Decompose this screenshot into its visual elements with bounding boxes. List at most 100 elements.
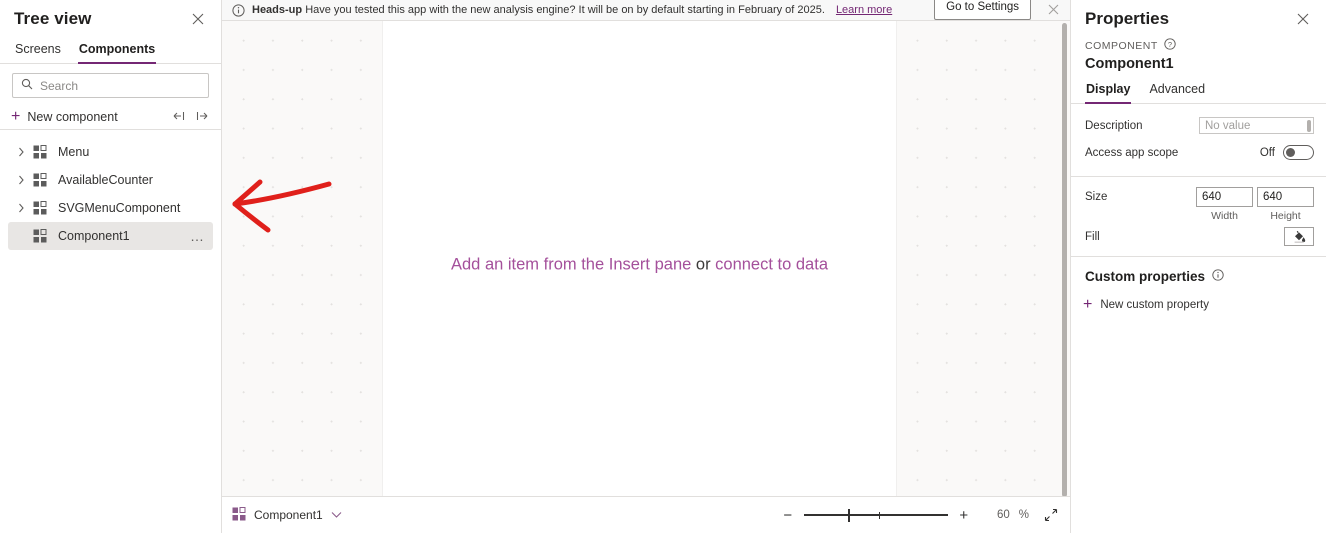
custom-properties-header: Custom properties: [1071, 257, 1326, 284]
tab-display[interactable]: Display: [1085, 80, 1132, 104]
new-component-button[interactable]: + New component: [11, 109, 118, 125]
tree-item-label: SVGMenuComponent: [58, 201, 181, 215]
chevron-right-icon[interactable]: [14, 175, 28, 185]
more-options-icon[interactable]: …: [190, 229, 205, 243]
canvas-empty-hint: Add an item from the Insert pane or conn…: [383, 256, 896, 275]
new-component-label: New component: [27, 110, 118, 124]
expand-all-icon[interactable]: [195, 110, 209, 125]
notification-close-icon[interactable]: [1038, 3, 1066, 18]
help-icon[interactable]: ?: [1164, 38, 1176, 53]
width-field: Width: [1196, 187, 1253, 222]
search-icon: [21, 78, 33, 93]
hint-separator: or: [691, 255, 716, 274]
canvas-status-bar: Component1 − + 60 %: [222, 496, 1070, 533]
notification-bar: Heads-up Have you tested this app with t…: [222, 0, 1070, 21]
access-app-scope-label: Access app scope: [1085, 146, 1179, 159]
tree-item-svgmenucomponent[interactable]: SVGMenuComponent: [8, 194, 213, 222]
properties-panel: Properties COMPONENT ? Component1 Displa…: [1070, 0, 1326, 533]
notification-body: Have you tested this app with the new an…: [305, 4, 825, 16]
chevron-down-icon[interactable]: [331, 508, 342, 522]
access-app-scope-toggle[interactable]: [1283, 145, 1314, 160]
component-canvas-surface[interactable]: Add an item from the Insert pane or conn…: [383, 21, 896, 496]
tab-screens[interactable]: Screens: [14, 40, 62, 63]
properties-component-name: Component1: [1085, 56, 1174, 72]
status-component-selector[interactable]: Component1: [232, 506, 342, 524]
go-to-settings-button[interactable]: Go to Settings: [934, 0, 1031, 20]
properties-spacer: [1071, 104, 1326, 112]
close-icon[interactable]: [187, 8, 209, 30]
properties-kicker-label: COMPONENT: [1085, 39, 1158, 52]
properties-kicker: COMPONENT ?: [1071, 32, 1326, 53]
properties-tabs: Display Advanced: [1071, 72, 1326, 104]
search-input[interactable]: [40, 78, 200, 93]
access-app-scope-row: Access app scope Off: [1071, 139, 1326, 166]
size-label: Size: [1085, 191, 1108, 203]
height-field: Height: [1257, 187, 1314, 222]
notification-message: Heads-up Have you tested this app with t…: [252, 4, 825, 16]
info-icon: [232, 3, 245, 17]
chevron-right-icon[interactable]: [14, 147, 28, 157]
height-input[interactable]: [1257, 187, 1314, 207]
search-box[interactable]: [12, 73, 209, 98]
height-sublabel: Height: [1270, 210, 1301, 222]
learn-more-link[interactable]: Learn more: [836, 4, 892, 16]
width-sublabel: Width: [1211, 210, 1238, 222]
zoom-slider-track: [803, 514, 948, 516]
properties-title: Properties: [1085, 9, 1170, 28]
paint-bucket-icon[interactable]: [1284, 227, 1314, 246]
tree-item-availablecounter[interactable]: AvailableCounter: [8, 166, 213, 194]
tab-components[interactable]: Components: [77, 40, 157, 64]
svg-text:?: ?: [1168, 40, 1172, 49]
zoom-in-button[interactable]: +: [957, 508, 971, 523]
design-canvas[interactable]: Add an item from the Insert pane or conn…: [222, 21, 1070, 496]
info-icon[interactable]: [1212, 269, 1224, 284]
access-app-scope-state: Off: [1259, 146, 1275, 159]
new-custom-property-label: New custom property: [1100, 299, 1209, 311]
fill-label: Fill: [1085, 230, 1100, 243]
component-icon: [30, 173, 50, 187]
search-container: [0, 64, 221, 102]
plus-icon: +: [1083, 296, 1093, 313]
custom-properties-title: Custom properties: [1085, 269, 1206, 284]
tree-item-label: Menu: [58, 145, 90, 159]
tab-advanced[interactable]: Advanced: [1148, 80, 1206, 103]
status-component-label: Component1: [254, 508, 323, 522]
fill-row: Fill: [1071, 222, 1326, 246]
zoom-slider[interactable]: [803, 508, 948, 522]
properties-header: Properties: [1071, 0, 1326, 32]
description-row: Description No value: [1071, 112, 1326, 139]
notification-title: Heads-up: [252, 4, 303, 16]
chevron-right-icon[interactable]: [14, 203, 28, 213]
page-title: Tree view: [14, 9, 92, 28]
zoom-percent-symbol: %: [1018, 509, 1029, 521]
tree-view-panel: Tree view Screens Components + New compo…: [0, 0, 222, 533]
tree-expand-controls: [172, 110, 209, 125]
zoom-controls: − + 60 %: [781, 508, 1058, 523]
component-icon: [232, 506, 246, 524]
width-input[interactable]: [1196, 187, 1253, 207]
new-custom-property-button[interactable]: + New custom property: [1071, 284, 1326, 313]
fit-to-screen-icon[interactable]: [1044, 508, 1058, 522]
canvas-area: Heads-up Have you tested this app with t…: [222, 0, 1070, 533]
description-scrollbar[interactable]: [1307, 120, 1311, 132]
description-input[interactable]: No value: [1199, 117, 1314, 134]
collapse-all-icon[interactable]: [172, 110, 186, 125]
description-label: Description: [1085, 119, 1143, 132]
toggle-knob: [1286, 148, 1295, 157]
zoom-slider-thumb[interactable]: [848, 508, 850, 522]
tree-item-component1[interactable]: Component1 …: [8, 222, 213, 250]
tree-item-menu[interactable]: Menu: [8, 138, 213, 166]
insert-pane-link[interactable]: Add an item from the Insert pane: [451, 256, 691, 274]
close-icon[interactable]: [1292, 8, 1314, 30]
tree-view-header: Tree view: [0, 0, 221, 34]
component-icon: [30, 229, 50, 243]
tree-item-label: Component1: [58, 229, 130, 243]
connect-to-data-link[interactable]: connect to data: [715, 256, 828, 274]
zoom-out-button[interactable]: −: [781, 508, 795, 523]
canvas-vertical-scrollbar[interactable]: [1062, 23, 1067, 496]
new-component-row: + New component: [0, 102, 221, 130]
zoom-slider-tick: [878, 511, 881, 519]
size-fields: Width Height: [1196, 187, 1314, 222]
power-apps-studio: Tree view Screens Components + New compo…: [0, 0, 1326, 533]
tree-item-label: AvailableCounter: [58, 173, 153, 187]
